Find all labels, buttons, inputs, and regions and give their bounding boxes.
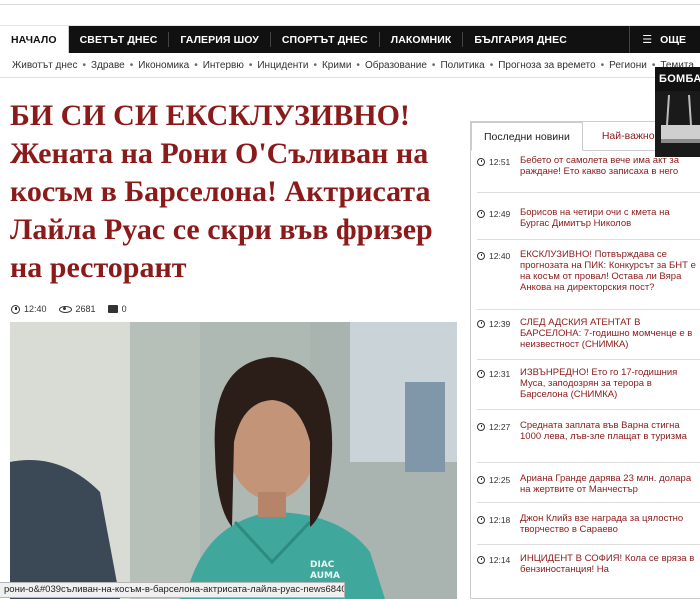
news-time-value: 12:39 xyxy=(489,319,511,329)
promo-label: БОМБА xyxy=(659,73,700,85)
news-title[interactable]: Бебето от самолета вече има акт за ражда… xyxy=(520,155,696,177)
news-item[interactable]: 12:27 Средната заплата във Варна стигна … xyxy=(477,410,700,463)
news-item[interactable]: 12:25 Ариана Гранде дарява 23 млн. долар… xyxy=(477,463,700,503)
clock-icon xyxy=(477,158,485,166)
clock-icon xyxy=(477,476,485,484)
news-time-value: 12:49 xyxy=(489,209,511,219)
news-time: 12:49 xyxy=(477,207,520,219)
news-time-value: 12:31 xyxy=(489,369,511,379)
tab-latest-news[interactable]: Последни новини xyxy=(471,122,583,151)
subnav-item-education[interactable]: Образование xyxy=(365,60,427,71)
more-label: ОЩЕ xyxy=(660,33,686,46)
news-time: 12:51 xyxy=(477,155,520,167)
news-time: 12:27 xyxy=(477,420,520,432)
subnav-item-life[interactable]: Животът днес xyxy=(12,60,77,71)
subnav-item-incidents[interactable]: Инциденти xyxy=(257,60,308,71)
separator-dot: • xyxy=(431,59,436,71)
news-list: 12:51 Бебето от самолета вече има акт за… xyxy=(471,151,700,585)
comment-count[interactable]: 0 xyxy=(107,304,127,314)
news-title[interactable]: Джон Клийз взе награда за цялостно творч… xyxy=(520,513,696,535)
hamburger-icon: ☰ xyxy=(642,34,653,46)
article-photo[interactable]: DIAC AUMA xyxy=(10,322,457,599)
separator-dot: • xyxy=(313,59,317,71)
news-time: 12:39 xyxy=(477,317,520,329)
news-time: 12:14 xyxy=(477,553,520,565)
news-time-value: 12:14 xyxy=(489,555,511,565)
more-menu-button[interactable]: ☰ ОЩЕ xyxy=(629,26,700,53)
clock-icon xyxy=(477,423,485,431)
news-time: 12:18 xyxy=(477,513,520,525)
publish-time-value: 12:40 xyxy=(24,304,47,314)
subnav-item-economy[interactable]: Икономика xyxy=(138,60,189,71)
nav-item-world[interactable]: СВЕТЪТ ДНЕС xyxy=(69,26,169,53)
news-title[interactable]: ЕКСКЛУЗИВНО! Потвърждава се прогнозата н… xyxy=(520,249,696,293)
clock-icon xyxy=(11,304,20,314)
clock-icon xyxy=(477,320,485,328)
subnav-item-health[interactable]: Здраве xyxy=(91,60,125,71)
news-item[interactable]: 12:51 Бебето от самолета вече има акт за… xyxy=(477,151,700,193)
comment-icon xyxy=(107,305,118,313)
news-time: 12:40 xyxy=(477,249,520,261)
news-time-value: 12:18 xyxy=(489,515,511,525)
clock-icon xyxy=(477,516,485,524)
main-nav: НАЧАЛО СВЕТЪТ ДНЕС ГАЛЕРИЯ ШОУ СПОРТЪТ Д… xyxy=(0,26,700,53)
nav-item-food[interactable]: ЛАКОМНИК xyxy=(380,26,463,53)
article-meta: 12:40 2681 0 xyxy=(11,304,139,314)
subnav-item-interview[interactable]: Интервю xyxy=(203,60,244,71)
clock-icon xyxy=(477,210,485,218)
news-time-value: 12:51 xyxy=(489,157,511,167)
separator-dot: • xyxy=(356,59,360,71)
nav-item-home[interactable]: НАЧАЛО xyxy=(0,26,69,53)
subnav-item-weather[interactable]: Прогноза за времето xyxy=(498,60,595,71)
news-title[interactable]: ИНЦИДЕНТ В СОФИЯ! Кола се вряза в бензин… xyxy=(520,553,696,575)
news-time-value: 12:40 xyxy=(489,251,511,261)
news-item[interactable]: 12:40 ЕКСКЛУЗИВНО! Потвърждава се прогно… xyxy=(477,240,700,310)
svg-text:AUMA: AUMA xyxy=(310,571,340,581)
separator-dot: • xyxy=(82,59,86,71)
article-photo-illustration: DIAC AUMA xyxy=(10,322,457,599)
eye-icon xyxy=(58,305,72,313)
browser-status-bar: рони-o&#039съливан-на-косъм-в-барселона-… xyxy=(0,582,345,598)
subnav-item-crime[interactable]: Крими xyxy=(322,60,351,71)
view-count-value: 2681 xyxy=(75,304,96,314)
clock-icon xyxy=(477,252,485,260)
nav-item-bulgaria[interactable]: БЪЛГАРИЯ ДНЕС xyxy=(463,26,577,53)
separator-dot: • xyxy=(194,59,198,71)
news-title[interactable]: Средната заплата във Варна стигна 1000 л… xyxy=(520,420,696,442)
news-item[interactable]: 12:39 СЛЕД АДСКИЯ АТЕНТАТ В БАРСЕЛОНА: 7… xyxy=(477,310,700,360)
news-title[interactable]: СЛЕД АДСКИЯ АТЕНТАТ В БАРСЕЛОНА: 7-годиш… xyxy=(520,317,696,350)
browser-top-strip xyxy=(0,0,700,26)
router-image xyxy=(655,91,700,157)
news-time-value: 12:25 xyxy=(489,475,511,485)
separator-dot: • xyxy=(129,59,134,71)
top-divider xyxy=(0,4,700,5)
comment-count-value: 0 xyxy=(121,304,127,314)
news-sidebar: Последни новини Най-важно 12:51 Бебето о… xyxy=(470,121,700,599)
news-title[interactable]: Борисов на четири очи с кмета на Бургас … xyxy=(520,207,696,229)
promo-banner[interactable]: БОМБА xyxy=(655,67,700,157)
svg-text:DIAC: DIAC xyxy=(310,560,335,570)
sub-nav: Животът днес • Здраве • Икономика • Интервю… xyxy=(0,53,700,78)
news-time: 12:25 xyxy=(477,473,520,485)
separator-dot: • xyxy=(489,59,494,71)
subnav-item-regions[interactable]: Региони xyxy=(609,60,647,71)
news-item[interactable]: 12:18 Джон Клийз взе награда за цялостно… xyxy=(477,503,700,545)
separator-dot: • xyxy=(600,59,605,71)
article-headline: БИ СИ СИ ЕКСКЛУЗИВНО! Жената на Рони О'С… xyxy=(10,99,433,284)
news-title[interactable]: Ариана Гранде дарява 23 млн. долара на ж… xyxy=(520,473,696,495)
clock-icon xyxy=(477,370,485,378)
nav-item-gallery[interactable]: ГАЛЕРИЯ ШОУ xyxy=(169,26,269,53)
news-item[interactable]: 12:49 Борисов на четири очи с кмета на Б… xyxy=(477,193,700,240)
news-item[interactable]: 12:14 ИНЦИДЕНТ В СОФИЯ! Кола се вряза в … xyxy=(477,545,700,585)
news-time: 12:31 xyxy=(477,367,520,379)
news-title[interactable]: ИЗВЪНРЕДНО! Ето го 17-годишния Муса, зап… xyxy=(520,367,696,400)
subnav-item-politics[interactable]: Политика xyxy=(440,60,484,71)
view-count: 2681 xyxy=(58,304,96,314)
news-item[interactable]: 12:31 ИЗВЪНРЕДНО! Ето го 17-годишния Мус… xyxy=(477,360,700,410)
nav-item-sport[interactable]: СПОРТЪТ ДНЕС xyxy=(271,26,379,53)
news-time-value: 12:27 xyxy=(489,422,511,432)
clock-icon xyxy=(477,556,485,564)
publish-time: 12:40 xyxy=(11,304,47,314)
separator-dot: • xyxy=(248,59,253,71)
